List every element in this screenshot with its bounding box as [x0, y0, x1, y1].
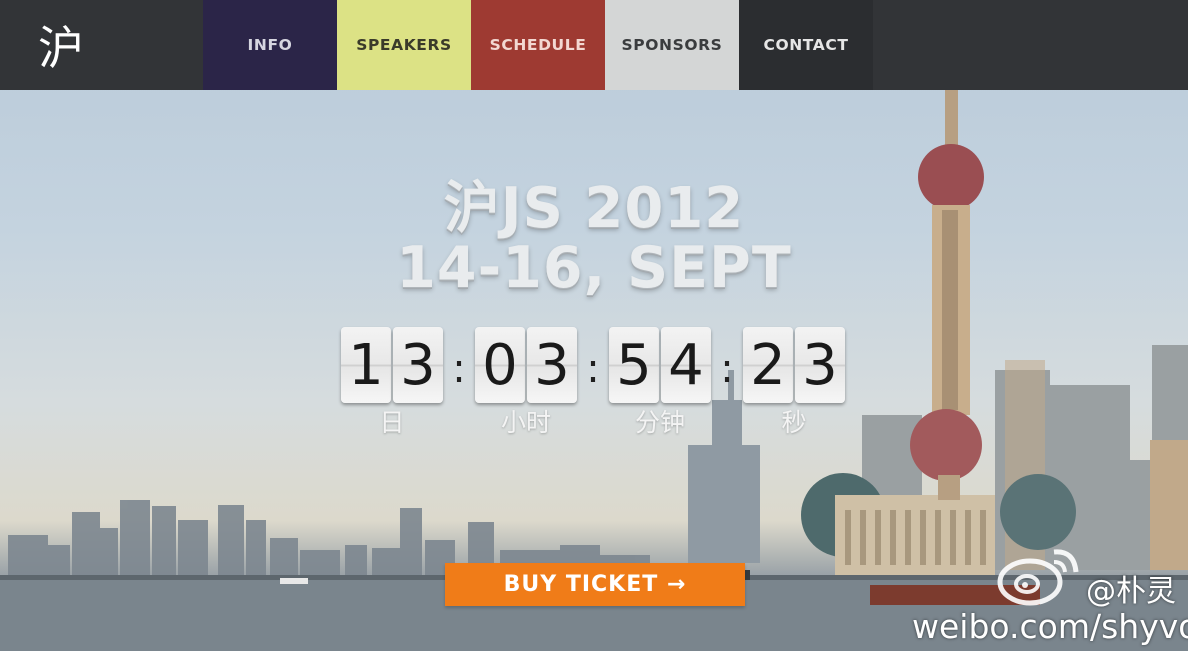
countdown-days: 1 3 [341, 327, 443, 403]
countdown-digit: 1 [341, 327, 391, 403]
buy-ticket-button[interactable]: BUY TICKET → [445, 563, 745, 606]
nav-item-info[interactable]: INFO [203, 0, 337, 90]
countdown-separator: : [720, 346, 734, 392]
countdown-digit: 0 [475, 327, 525, 403]
countdown-labels: 日 小时 分钟 秒 [341, 403, 845, 437]
watermark-url: weibo.com/shyvo [912, 607, 1188, 646]
countdown-hours: 0 3 [475, 327, 577, 403]
weibo-icon [997, 549, 1079, 606]
countdown-digit: 2 [743, 327, 793, 403]
countdown-seconds: 2 3 [743, 327, 845, 403]
countdown-separator: : [452, 346, 466, 392]
countdown-digit: 5 [609, 327, 659, 403]
countdown-minutes: 5 4 [609, 327, 711, 403]
event-title: 沪JS 2012 [443, 176, 745, 241]
watermark-user: @朴灵 [1086, 574, 1176, 609]
top-navigation: 沪 INFO SPEAKERS SCHEDULE SPONSORS CONTAC… [0, 0, 1188, 90]
label-seconds: 秒 [781, 408, 807, 437]
countdown-digit: 4 [661, 327, 711, 403]
countdown-digit: 3 [527, 327, 577, 403]
label-days: 日 [379, 408, 405, 437]
nav-item-contact[interactable]: CONTACT [739, 0, 873, 90]
label-hours: 小时 [500, 408, 551, 437]
event-dates: 14-16, SEPT [396, 235, 792, 301]
label-minutes: 分钟 [634, 408, 685, 437]
nav-item-sponsors[interactable]: SPONSORS [605, 0, 739, 90]
site-logo[interactable]: 沪 [0, 0, 203, 90]
countdown-digit: 3 [795, 327, 845, 403]
nav-item-schedule[interactable]: SCHEDULE [471, 0, 605, 90]
countdown-timer: 1 3 : 0 3 : 5 4 : 2 3 [341, 327, 845, 403]
countdown-digit: 3 [393, 327, 443, 403]
countdown-separator: : [586, 346, 600, 392]
nav-item-speakers[interactable]: SPEAKERS [337, 0, 471, 90]
